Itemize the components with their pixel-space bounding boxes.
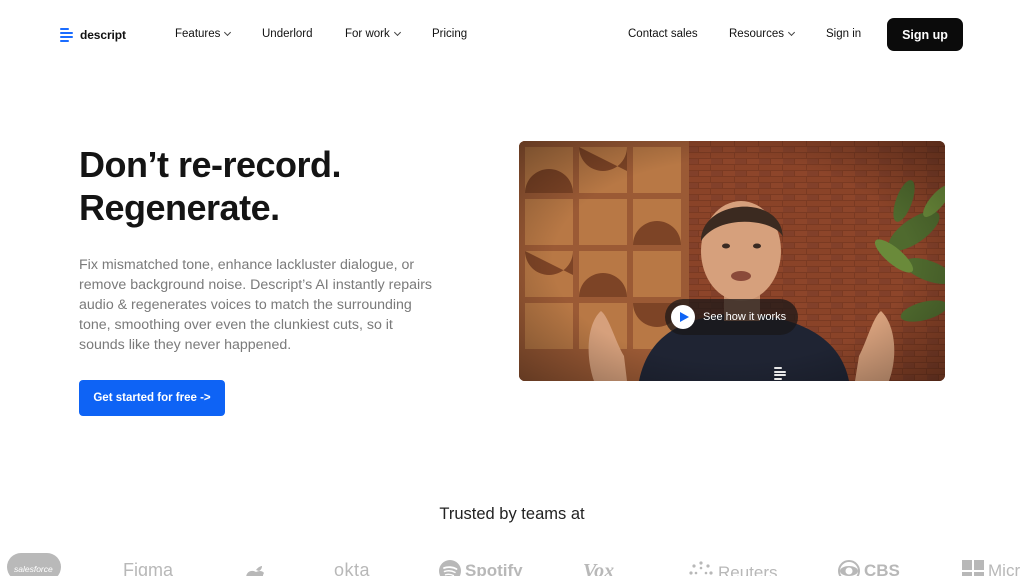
reuters-icon <box>689 561 713 575</box>
hero-description: Fix mismatched tone, enhance lackluster … <box>79 257 433 353</box>
cbs-logo: CBS <box>838 560 900 576</box>
see-how-it-works-button[interactable]: See how it works <box>665 299 798 335</box>
chevron-down-icon <box>787 28 796 37</box>
sign-up-button[interactable]: Sign up <box>887 18 963 51</box>
sign-in-label: Sign in <box>826 28 862 40</box>
nav-pricing-label: Pricing <box>432 28 468 40</box>
cbs-logo-text: CBS <box>864 561 900 576</box>
spotify-icon <box>439 560 461 576</box>
get-started-button[interactable]: Get started for free -> <box>79 380 225 416</box>
nav-for-work[interactable]: For work <box>345 28 401 40</box>
microsoft-logo: Micr <box>962 560 1020 576</box>
nav-features[interactable]: Features <box>175 28 232 40</box>
descript-logo-icon <box>60 27 74 43</box>
microsoft-icon <box>962 560 984 576</box>
nav-resources-label: Resources <box>729 28 784 40</box>
nav-for-work-label: For work <box>345 28 390 40</box>
nav-features-label: Features <box>175 28 221 40</box>
hero-headline: Don’t re-record. Regenerate. <box>79 143 479 229</box>
play-icon <box>671 305 695 329</box>
spotify-logo: Spotify <box>439 560 523 576</box>
brand-name: descript <box>80 28 126 42</box>
hero-video[interactable] <box>519 141 945 381</box>
nav-underlord-label: Underlord <box>262 28 313 40</box>
descript-logo[interactable]: descript <box>60 27 126 43</box>
cbs-eye-icon <box>838 560 860 576</box>
contact-sales-link[interactable]: Contact sales <box>628 28 698 40</box>
contact-sales-label: Contact sales <box>628 28 698 40</box>
top-navigation: descript Features Underlord For work Pri… <box>0 0 1024 70</box>
hero-headline-line-1: Don’t re-record. <box>79 144 342 185</box>
salesforce-logo: salesforce <box>7 553 61 576</box>
chevron-down-icon <box>224 28 232 37</box>
reuters-logo: Reuters <box>688 560 778 576</box>
vox-logo: Vox <box>583 560 615 576</box>
hero-headline-line-2: Regenerate. <box>79 187 280 228</box>
video-frame-illustration <box>519 141 945 381</box>
nav-resources[interactable]: Resources <box>729 28 796 40</box>
figma-logo: Figma <box>123 560 174 576</box>
nav-pricing[interactable]: Pricing <box>432 28 467 40</box>
see-how-it-works-label: See how it works <box>703 311 787 323</box>
apple-icon <box>246 566 264 576</box>
microsoft-logo-text: Micr <box>988 561 1021 576</box>
customer-logos: salesforce Figma okta Spotify Vox Reuter… <box>0 548 1024 576</box>
salesforce-logo-text: salesforce <box>14 564 53 574</box>
apple-logo <box>241 560 271 576</box>
descript-watermark-icon <box>774 367 786 380</box>
trusted-by-heading: Trusted by teams at <box>439 505 585 523</box>
okta-logo: okta <box>334 560 371 576</box>
reuters-logo-text: Reuters <box>718 563 778 576</box>
sign-in-link[interactable]: Sign in <box>826 28 861 40</box>
nav-underlord[interactable]: Underlord <box>262 28 313 40</box>
spotify-logo-text: Spotify <box>465 561 523 576</box>
chevron-down-icon <box>393 28 401 37</box>
